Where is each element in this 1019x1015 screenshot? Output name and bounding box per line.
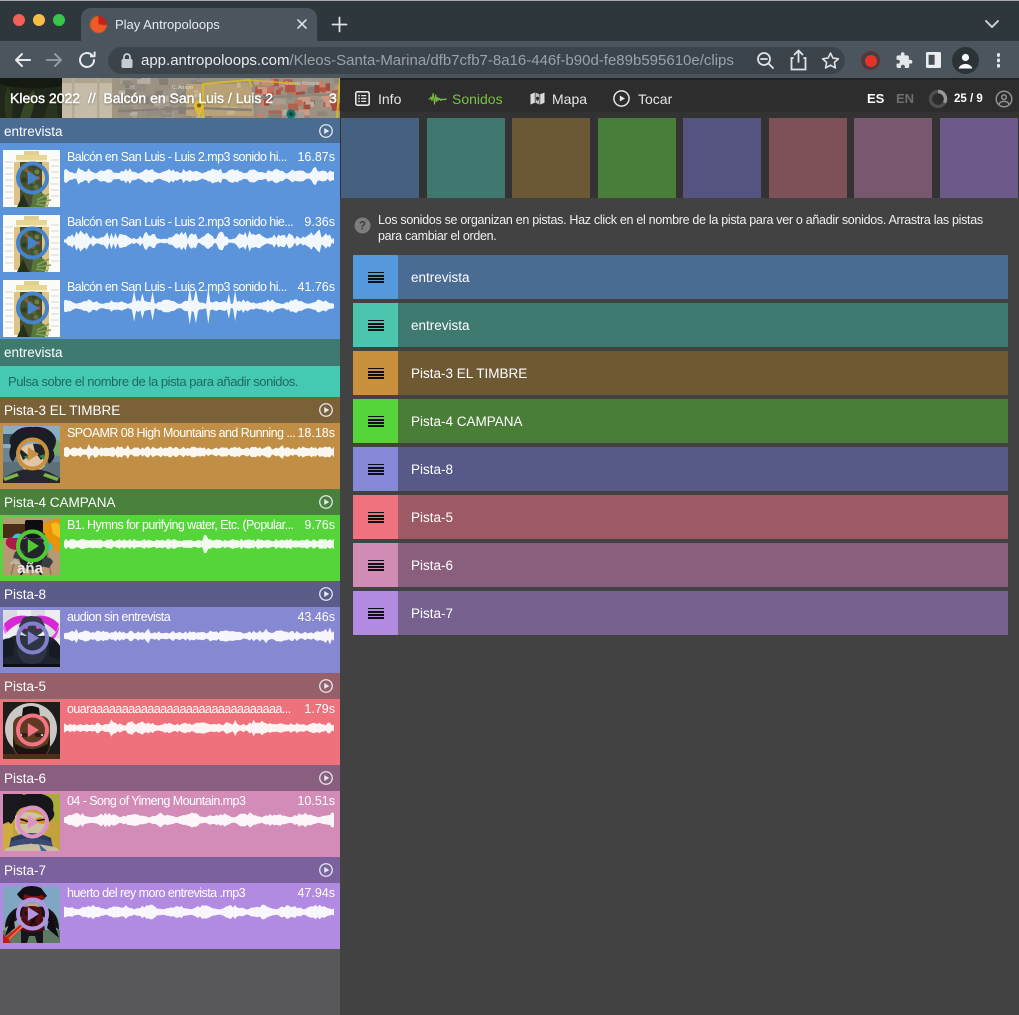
svg-text:aña: aña [17,560,44,575]
svg-text:?: ? [359,221,366,233]
